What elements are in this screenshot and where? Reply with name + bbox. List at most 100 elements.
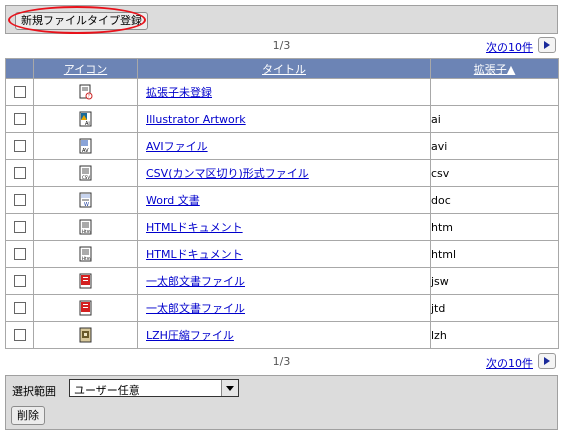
icon-cell: W [33,186,138,214]
word-document-icon: W [34,192,137,208]
footer-panel: 選択範囲 ユーザー任意 削除 [5,375,558,430]
row-select-cell [5,78,34,106]
title-cell: 拡張子未登録 [137,78,431,106]
filetype-title-link[interactable]: 拡張子未登録 [138,86,212,99]
row-checkbox[interactable] [13,329,26,341]
svg-text:AV: AV [82,148,89,154]
title-column-header[interactable]: タイトル [137,58,431,79]
title-cell: 一太郎文書ファイル [137,294,431,322]
filetype-title-link[interactable]: HTMLドキュメント [138,248,243,261]
icon-cell: ? [33,78,138,106]
row-select-cell [5,240,34,268]
icon-cell: CSV [33,159,138,187]
title-cell: AVIファイル [137,132,431,160]
chevron-down-icon[interactable] [221,380,238,396]
page-indicator: 1/3 [272,355,291,368]
title-cell: 一太郎文書ファイル [137,267,431,295]
table-row: LZH圧縮ファイル lzh [5,321,559,349]
row-checkbox[interactable] [13,221,26,233]
title-cell: HTMLドキュメント [137,213,431,241]
filetype-title-link[interactable]: Word 文書 [138,194,200,207]
row-checkbox[interactable] [13,113,26,125]
row-checkbox[interactable] [13,140,26,152]
table-row: 一太郎文書ファイル jsw [5,267,559,295]
table-row: Ai Illustrator Artwork ai [5,105,559,133]
ext-cell: jsw [430,267,559,295]
table-row: Htm HTMLドキュメント htm [5,213,559,241]
filetype-title-link[interactable]: HTMLドキュメント [138,221,243,234]
svg-text:W: W [84,202,89,208]
icon-cell [33,321,138,349]
filetype-title-link[interactable]: 一太郎文書ファイル [138,275,245,288]
filetype-title-link[interactable]: Illustrator Artwork [138,113,246,126]
range-select[interactable]: ユーザー任意 [69,379,239,397]
svg-text:Htm: Htm [82,256,91,261]
table-row: 一太郎文書ファイル jtd [5,294,559,322]
row-select-cell [5,159,34,187]
row-checkbox[interactable] [13,275,26,287]
filetype-title-link[interactable]: 一太郎文書ファイル [138,302,245,315]
range-select-value: ユーザー任意 [74,384,140,397]
title-cell: HTMLドキュメント [137,240,431,268]
avi-file-icon: AV [34,138,137,154]
unregistered-ext-icon: ? [34,84,137,100]
delete-button[interactable]: 削除 [11,406,45,425]
ext-cell: html [430,240,559,268]
table-header-row: アイコン タイトル 拡張子▲ [5,58,559,79]
ext-cell: lzh [430,321,559,349]
row-checkbox[interactable] [13,167,26,179]
row-select-cell [5,294,34,322]
pager-top: 1/3 次の10件 [5,37,558,55]
pager-bottom: 1/3 次の10件 [5,353,558,371]
html-document-icon: Htm [34,219,137,235]
csv-file-icon: CSV [34,165,137,181]
next-arrow-icon[interactable] [538,37,556,53]
row-select-cell [5,213,34,241]
filetype-title-link[interactable]: CSV(カンマ区切り)形式ファイル [138,167,309,180]
page-indicator: 1/3 [272,39,291,52]
next-arrow-icon[interactable] [538,353,556,369]
row-checkbox[interactable] [13,194,26,206]
ext-cell: jtd [430,294,559,322]
row-checkbox[interactable] [13,302,26,314]
row-checkbox[interactable] [13,86,26,98]
table-row: AV AVIファイル avi [5,132,559,160]
svg-text:CSV: CSV [82,175,90,180]
row-checkbox[interactable] [13,248,26,260]
icon-cell: Htm [33,240,138,268]
filetype-title-link[interactable]: LZH圧縮ファイル [138,329,234,342]
table-row: Htm HTMLドキュメント html [5,240,559,268]
row-select-cell [5,267,34,295]
icon-cell: AV [33,132,138,160]
range-label: 選択範囲 [12,385,56,398]
title-cell: LZH圧縮ファイル [137,321,431,349]
svg-text:Ai: Ai [85,121,90,127]
next-page-link[interactable]: 次の10件 [486,39,533,55]
row-select-cell [5,186,34,214]
ext-cell [430,78,559,106]
filetype-table: アイコン タイトル 拡張子▲ ? 拡張子未登録 Ai Illustrator Artw… [5,58,559,349]
icon-cell [33,294,138,322]
row-select-cell [5,321,34,349]
lzh-archive-icon [34,327,137,343]
ext-cell: htm [430,213,559,241]
next-page-link[interactable]: 次の10件 [486,355,533,371]
icon-cell [33,267,138,295]
table-row: CSV CSV(カンマ区切り)形式ファイル csv [5,159,559,187]
title-cell: Illustrator Artwork [137,105,431,133]
row-select-cell [5,132,34,160]
ext-cell: ai [430,105,559,133]
svg-text:Htm: Htm [82,229,91,234]
ichitaro-file-icon [34,300,137,316]
ext-column-header[interactable]: 拡張子▲ [430,58,559,79]
table-row: W Word 文書 doc [5,186,559,214]
html-document-icon: Htm [34,246,137,262]
new-filetype-button[interactable]: 新規ファイルタイプ登録 [15,12,148,30]
icon-cell: Ai [33,105,138,133]
filetype-title-link[interactable]: AVIファイル [138,140,208,153]
icon-column-header[interactable]: アイコン [33,58,138,79]
ext-cell: avi [430,132,559,160]
row-select-cell [5,105,34,133]
ext-cell: csv [430,159,559,187]
select-column-header [5,58,34,79]
